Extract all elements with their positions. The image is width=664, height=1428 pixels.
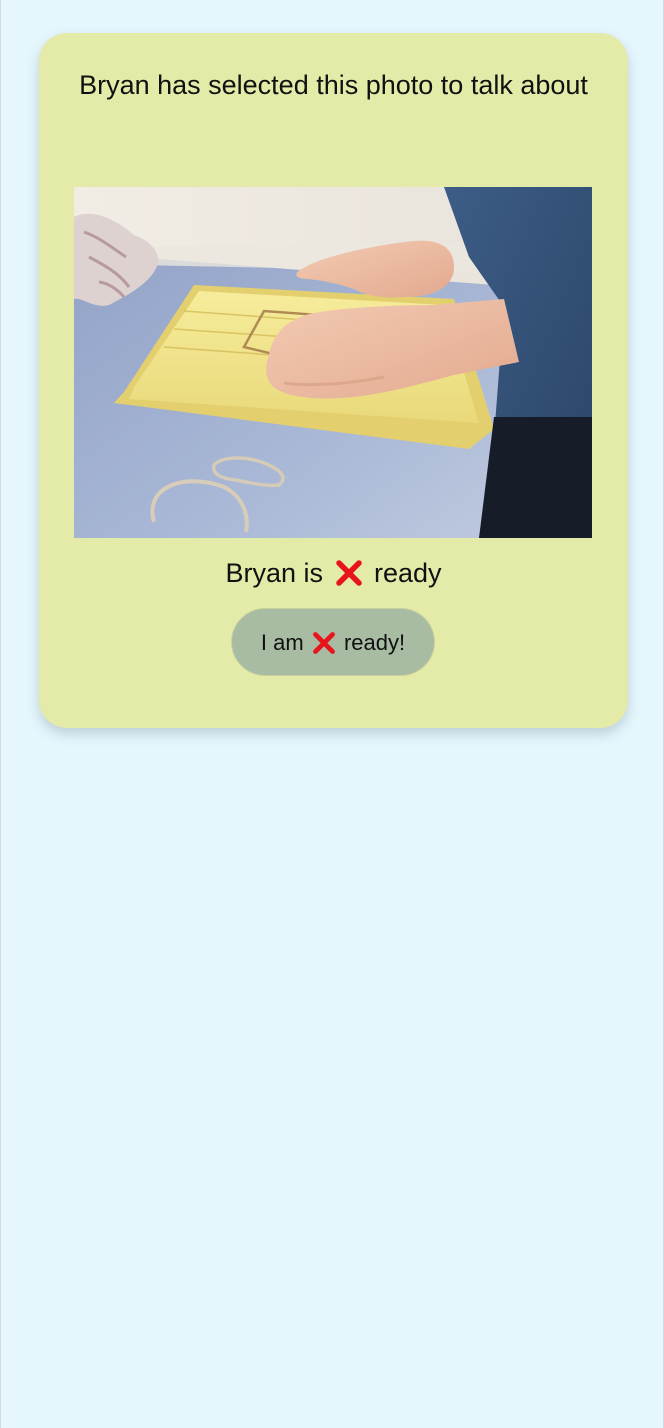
- ready-status: Bryan is ready: [39, 555, 628, 589]
- card-title: Bryan has selected this photo to talk ab…: [79, 70, 588, 100]
- status-suffix: ready: [374, 557, 442, 588]
- cross-mark-icon: [335, 560, 362, 586]
- cross-mark-icon: [312, 632, 335, 655]
- button-suffix: ready!: [343, 630, 406, 656]
- photo-card: Bryan has selected this photo to talk ab…: [39, 33, 628, 728]
- button-prefix: I am: [260, 630, 304, 656]
- i-am-not-ready-button[interactable]: I am ready!: [232, 609, 434, 675]
- selected-photo: [74, 187, 592, 538]
- status-prefix: Bryan is: [225, 557, 323, 588]
